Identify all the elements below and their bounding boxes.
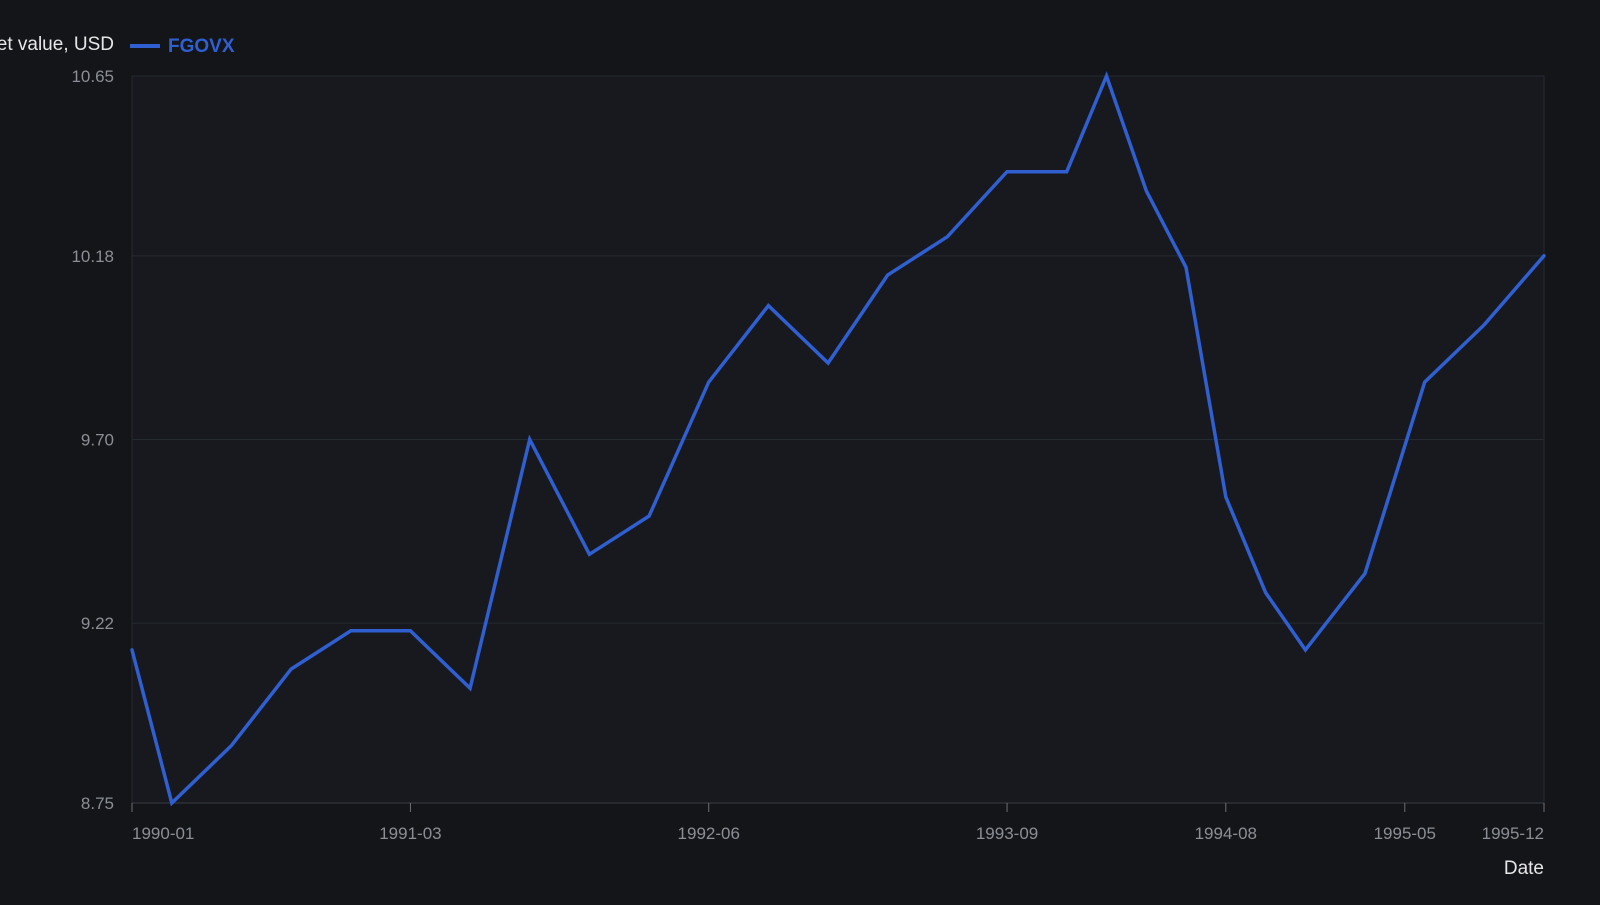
x-axis-label: Date [1504, 858, 1544, 879]
x-tick-label: 1995-12 [1482, 824, 1544, 843]
y-axis-label: Net value, USD [0, 34, 114, 55]
chart-container: 8.75 9.22 9.70 10.18 10.65 1990-01 1991-03 1992… [0, 0, 1600, 900]
x-tick-label: 1994-08 [1195, 824, 1257, 843]
y-tick-label: 9.70 [81, 431, 114, 450]
x-tick-label: 1991-03 [379, 824, 441, 843]
x-tick-label: 1993-09 [976, 824, 1038, 843]
x-tick-label: 1992-06 [678, 824, 740, 843]
y-tick-label: 8.75 [81, 794, 114, 813]
legend[interactable]: FGOVX [130, 36, 235, 57]
x-tick-label: 1995-05 [1374, 824, 1436, 843]
y-tick-label: 10.18 [71, 247, 114, 266]
legend-label-fgovx[interactable]: FGOVX [168, 36, 235, 57]
y-tick-label: 9.22 [81, 614, 114, 633]
line-chart: 8.75 9.22 9.70 10.18 10.65 1990-01 1991-03 1992… [0, 0, 1600, 900]
x-tick-label: 1990-01 [132, 824, 194, 843]
y-tick-label: 10.65 [71, 67, 114, 86]
